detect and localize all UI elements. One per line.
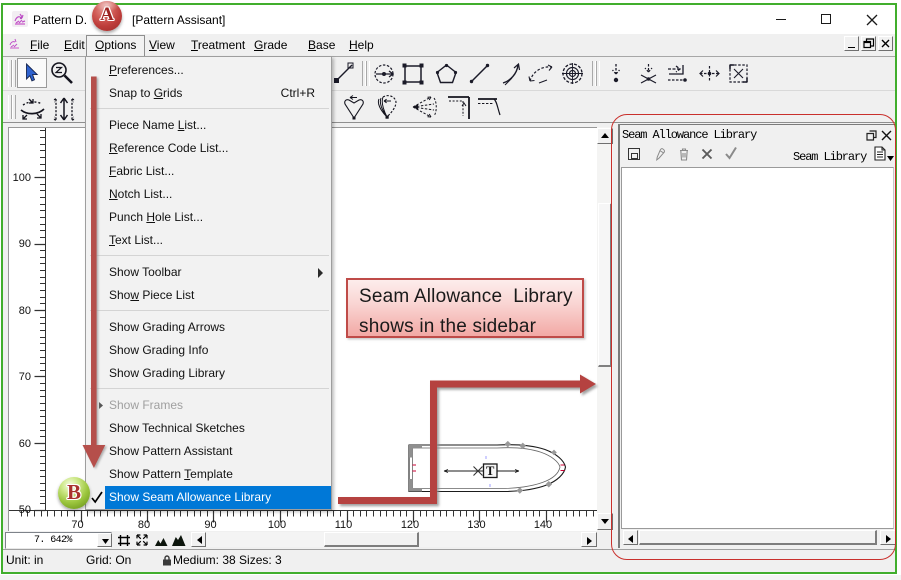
- svg-text:T: T: [486, 464, 495, 478]
